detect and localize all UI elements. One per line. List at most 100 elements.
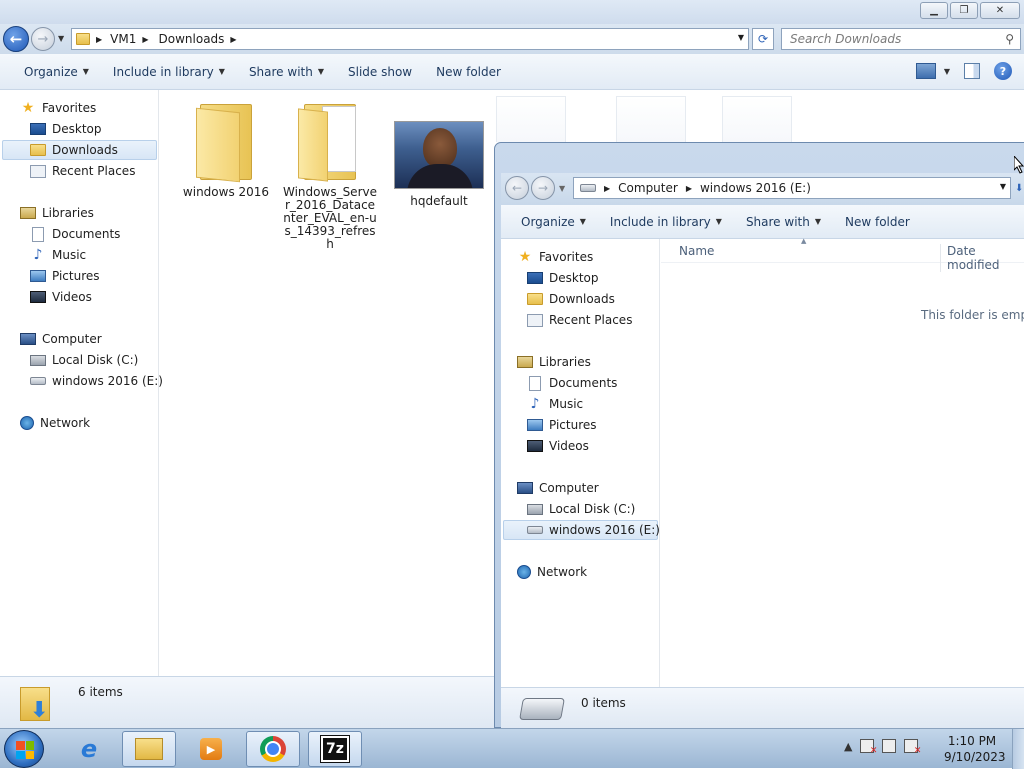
minimize-button[interactable]: ▁ bbox=[920, 2, 948, 19]
organize-button[interactable]: Organize ▼ bbox=[18, 65, 95, 79]
column-header-date-modified[interactable]: Date modified bbox=[940, 244, 1024, 272]
nav-libraries[interactable]: Libraries bbox=[20, 203, 94, 223]
include-in-library-button[interactable]: Include in library ▼ bbox=[604, 215, 728, 229]
forward-button[interactable]: → bbox=[31, 27, 55, 51]
address-bar[interactable]: ▶ VM1 ▶ Downloads ▶ ▼ bbox=[71, 28, 749, 50]
back-arrow-icon: ← bbox=[511, 181, 523, 195]
nav-network[interactable]: Network bbox=[517, 562, 587, 582]
volume-muted-icon[interactable] bbox=[904, 739, 921, 756]
nav-computer[interactable]: Computer bbox=[20, 329, 102, 349]
back-button[interactable]: ← bbox=[3, 26, 29, 52]
taskbar-internet-explorer[interactable]: e bbox=[62, 731, 116, 767]
refresh-icon[interactable]: ⬇ bbox=[1015, 183, 1023, 194]
file-list: windows 2016 Windows_Server_2016_Datacen… bbox=[160, 90, 495, 676]
system-clock[interactable]: 1:10 PM 9/10/2023 bbox=[944, 733, 1006, 765]
organize-button[interactable]: Organize ▼ bbox=[515, 215, 592, 229]
title-bar[interactable] bbox=[495, 143, 1024, 173]
nav-e-drive[interactable]: windows 2016 (E:) bbox=[503, 520, 660, 540]
nav-downloads[interactable]: Downloads bbox=[527, 289, 615, 309]
column-header-name[interactable]: Name bbox=[679, 244, 714, 258]
address-dropdown-icon[interactable]: ▼ bbox=[738, 33, 744, 42]
show-hidden-icons-button[interactable]: ▲ bbox=[844, 740, 852, 753]
nav-computer[interactable]: Computer bbox=[517, 478, 599, 498]
network-status-icon[interactable] bbox=[882, 739, 897, 753]
nav-pictures[interactable]: Pictures bbox=[527, 415, 597, 435]
start-button[interactable] bbox=[4, 730, 44, 768]
close-button[interactable]: ✕ bbox=[980, 2, 1020, 19]
file-item[interactable]: Windows_Server_2016_Datacenter_EVAL_en-u… bbox=[282, 96, 378, 251]
taskbar-media-player[interactable]: ▶ bbox=[184, 731, 238, 767]
breadcrumb-downloads[interactable]: Downloads ▶ bbox=[159, 32, 237, 46]
back-button[interactable]: ← bbox=[505, 176, 529, 200]
navigation-pane: ★ Favorites Desktop Downloads Recent Plac… bbox=[0, 90, 163, 676]
share-with-button[interactable]: Share with ▼ bbox=[740, 215, 827, 229]
show-desktop-button[interactable] bbox=[1012, 729, 1024, 769]
taskbar-windows-explorer[interactable] bbox=[122, 731, 176, 767]
breadcrumb-arrow-icon[interactable]: ▶ bbox=[96, 35, 102, 44]
nav-documents[interactable]: Documents bbox=[527, 373, 617, 393]
share-with-button[interactable]: Share with ▼ bbox=[243, 65, 330, 79]
nav-e-drive[interactable]: windows 2016 (E:) bbox=[30, 371, 163, 391]
view-icon bbox=[915, 63, 936, 79]
nav-local-disk[interactable]: Local Disk (C:) bbox=[30, 350, 138, 370]
file-item[interactable] bbox=[616, 96, 686, 142]
nav-music[interactable]: ♪ Music bbox=[30, 245, 87, 265]
breadcrumb-arrow-icon[interactable]: ▶ bbox=[686, 184, 692, 193]
address-bar[interactable]: ▶ Computer ▶ windows 2016 (E:) ▼ bbox=[573, 177, 1011, 199]
recent-pages-dropdown[interactable]: ▼ bbox=[58, 34, 64, 43]
internet-explorer-icon: e bbox=[80, 735, 98, 763]
slide-show-button[interactable]: Slide show bbox=[342, 65, 418, 79]
file-item[interactable] bbox=[722, 96, 792, 142]
nav-network[interactable]: Network bbox=[20, 413, 90, 433]
new-folder-button[interactable]: New folder bbox=[430, 65, 507, 79]
action-center-icon[interactable] bbox=[860, 739, 877, 756]
restore-button[interactable]: ❐ bbox=[950, 2, 978, 19]
nav-desktop[interactable]: Desktop bbox=[30, 119, 102, 139]
search-input[interactable]: Search Downloads ⚲ bbox=[781, 28, 1021, 50]
recent-places-icon bbox=[527, 313, 543, 327]
breadcrumb-vm1[interactable]: VM1 ▶ bbox=[110, 32, 148, 46]
command-bar: Organize ▼ Include in library ▼ Share with… bbox=[501, 205, 1024, 239]
drive-icon bbox=[527, 526, 543, 534]
nav-favorites[interactable]: ★ Favorites bbox=[20, 98, 97, 118]
nav-pictures[interactable]: Pictures bbox=[30, 266, 100, 286]
nav-local-disk[interactable]: Local Disk (C:) bbox=[527, 499, 635, 519]
nav-favorites[interactable]: ★ Favorites bbox=[517, 247, 594, 267]
nav-videos[interactable]: Videos bbox=[30, 287, 92, 307]
chevron-down-icon: ▼ bbox=[218, 67, 225, 76]
empty-folder-message: This folder is empty. bbox=[921, 308, 1024, 322]
documents-icon bbox=[32, 226, 44, 242]
nav-music[interactable]: ♪ Music bbox=[527, 394, 584, 414]
new-folder-button[interactable]: New folder bbox=[839, 215, 916, 229]
forward-button[interactable]: → bbox=[531, 176, 555, 200]
breadcrumb-e-drive[interactable]: windows 2016 (E:) bbox=[700, 181, 811, 195]
nav-recent-places[interactable]: Recent Places bbox=[30, 161, 135, 181]
breadcrumb-arrow-icon[interactable]: ▶ bbox=[142, 35, 148, 44]
nav-desktop[interactable]: Desktop bbox=[527, 268, 599, 288]
nav-documents[interactable]: Documents bbox=[30, 224, 120, 244]
chevron-down-icon: ▼ bbox=[814, 217, 821, 226]
details-pane: 0 items bbox=[501, 687, 1024, 729]
title-bar[interactable]: ▁ ❐ ✕ bbox=[0, 0, 1024, 24]
help-button[interactable]: ? bbox=[994, 62, 1012, 80]
breadcrumb-computer[interactable]: Computer ▶ bbox=[618, 181, 692, 195]
file-item[interactable]: windows 2016 bbox=[176, 96, 276, 199]
refresh-button[interactable]: ⟳ bbox=[752, 28, 774, 50]
breadcrumb-arrow-icon[interactable]: ▶ bbox=[604, 184, 610, 193]
downloads-folder-icon bbox=[30, 144, 46, 156]
preview-pane-button[interactable] bbox=[964, 63, 980, 79]
breadcrumb-arrow-icon[interactable]: ▶ bbox=[230, 35, 236, 44]
nav-recent-places[interactable]: Recent Places bbox=[527, 310, 632, 330]
nav-videos[interactable]: Videos bbox=[527, 436, 589, 456]
nav-libraries[interactable]: Libraries bbox=[517, 352, 591, 372]
recent-pages-dropdown[interactable]: ▼ bbox=[559, 184, 565, 193]
file-item[interactable] bbox=[496, 96, 566, 142]
taskbar-google-chrome[interactable] bbox=[246, 731, 300, 767]
file-item[interactable]: hqdefault bbox=[389, 115, 489, 208]
taskbar-7zip[interactable]: 7z bbox=[308, 731, 362, 767]
nav-downloads[interactable]: Downloads bbox=[2, 140, 157, 160]
change-view-button[interactable]: ▼ bbox=[915, 63, 950, 79]
address-dropdown-icon[interactable]: ▼ bbox=[1000, 182, 1006, 191]
include-in-library-button[interactable]: Include in library ▼ bbox=[107, 65, 231, 79]
navigation-pane: ★ Favorites Desktop Downloads Recent Plac… bbox=[501, 239, 660, 687]
